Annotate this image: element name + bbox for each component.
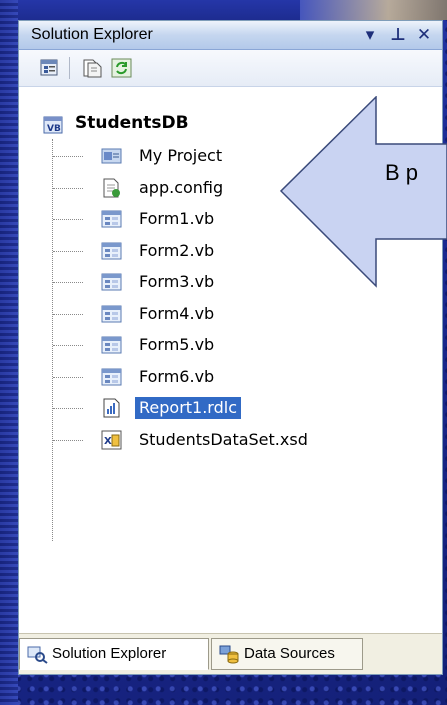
show-all-files-icon[interactable]	[81, 58, 103, 78]
tree-connector	[53, 282, 83, 283]
tree-connector	[53, 250, 83, 252]
tree-connector-line	[52, 139, 53, 541]
tree-item-label: Form4.vb	[139, 303, 215, 323]
form-icon	[101, 304, 123, 324]
desktop-top-right-image	[300, 0, 447, 20]
tree-item-label: app.config	[139, 177, 224, 197]
tree-connector	[53, 156, 83, 157]
tree-connector	[53, 439, 83, 441]
panel-title: Solution Explorer	[31, 26, 153, 43]
callout-arrow	[280, 96, 447, 288]
vb-project-icon: VB	[43, 115, 65, 135]
tree-item-label: StudentsDataSet.xsd	[139, 429, 308, 449]
toolbar-separator	[69, 57, 70, 79]
tree-item-label: Form5.vb	[139, 335, 215, 354]
tree-item-label: My Project	[139, 146, 223, 165]
report-icon	[101, 398, 123, 418]
tree-connector	[53, 376, 83, 378]
tree-item-label: Report1.rdlc	[135, 397, 241, 419]
tree-item-label: Form6.vb	[139, 366, 215, 386]
tree-item-label: Form2.vb	[139, 240, 215, 260]
form-icon	[101, 272, 123, 292]
close-icon[interactable]: ✕	[413, 24, 435, 46]
auto-hide-pin-icon[interactable]: ⊥	[387, 24, 409, 46]
form-icon	[101, 367, 123, 387]
form-icon	[101, 241, 123, 261]
panel-toolbar	[19, 50, 442, 87]
tab-solution-explorer[interactable]: Solution Explorer	[19, 638, 209, 670]
callout-text: В р	[385, 160, 419, 185]
desktop-left-strip	[0, 0, 18, 705]
tree-connector	[53, 187, 83, 189]
tree-item-label: Form3.vb	[139, 272, 215, 291]
panel-tab-strip: Solution Explorer Data Sources	[19, 633, 442, 674]
tree-connector	[53, 219, 83, 220]
tree-connector	[53, 313, 83, 315]
dataset-icon: X	[101, 430, 123, 450]
tab-solution-explorer-label: Solution Explorer	[52, 645, 167, 662]
window-position-dropdown-icon[interactable]: ▾	[359, 24, 381, 46]
form-icon	[101, 209, 123, 229]
properties-icon[interactable]	[39, 58, 61, 78]
form-icon	[101, 335, 123, 355]
solution-explorer-icon	[26, 644, 48, 664]
tree-root-label: StudentsDB	[75, 113, 189, 133]
tab-data-sources-label: Data Sources	[244, 645, 335, 662]
refresh-icon[interactable]	[111, 58, 133, 78]
svg-text:VB: VB	[47, 124, 61, 134]
tree-item-label: Form1.vb	[139, 209, 215, 228]
panel-titlebar: Solution Explorer ▾ ⊥ ✕	[19, 21, 442, 50]
config-file-icon	[101, 178, 123, 198]
svg-text:X: X	[104, 436, 112, 447]
tree-connector	[53, 408, 83, 409]
tab-data-sources[interactable]: Data Sources	[211, 638, 363, 670]
my-project-icon	[101, 146, 123, 166]
data-sources-icon	[218, 644, 240, 664]
tree-connector	[53, 345, 83, 346]
